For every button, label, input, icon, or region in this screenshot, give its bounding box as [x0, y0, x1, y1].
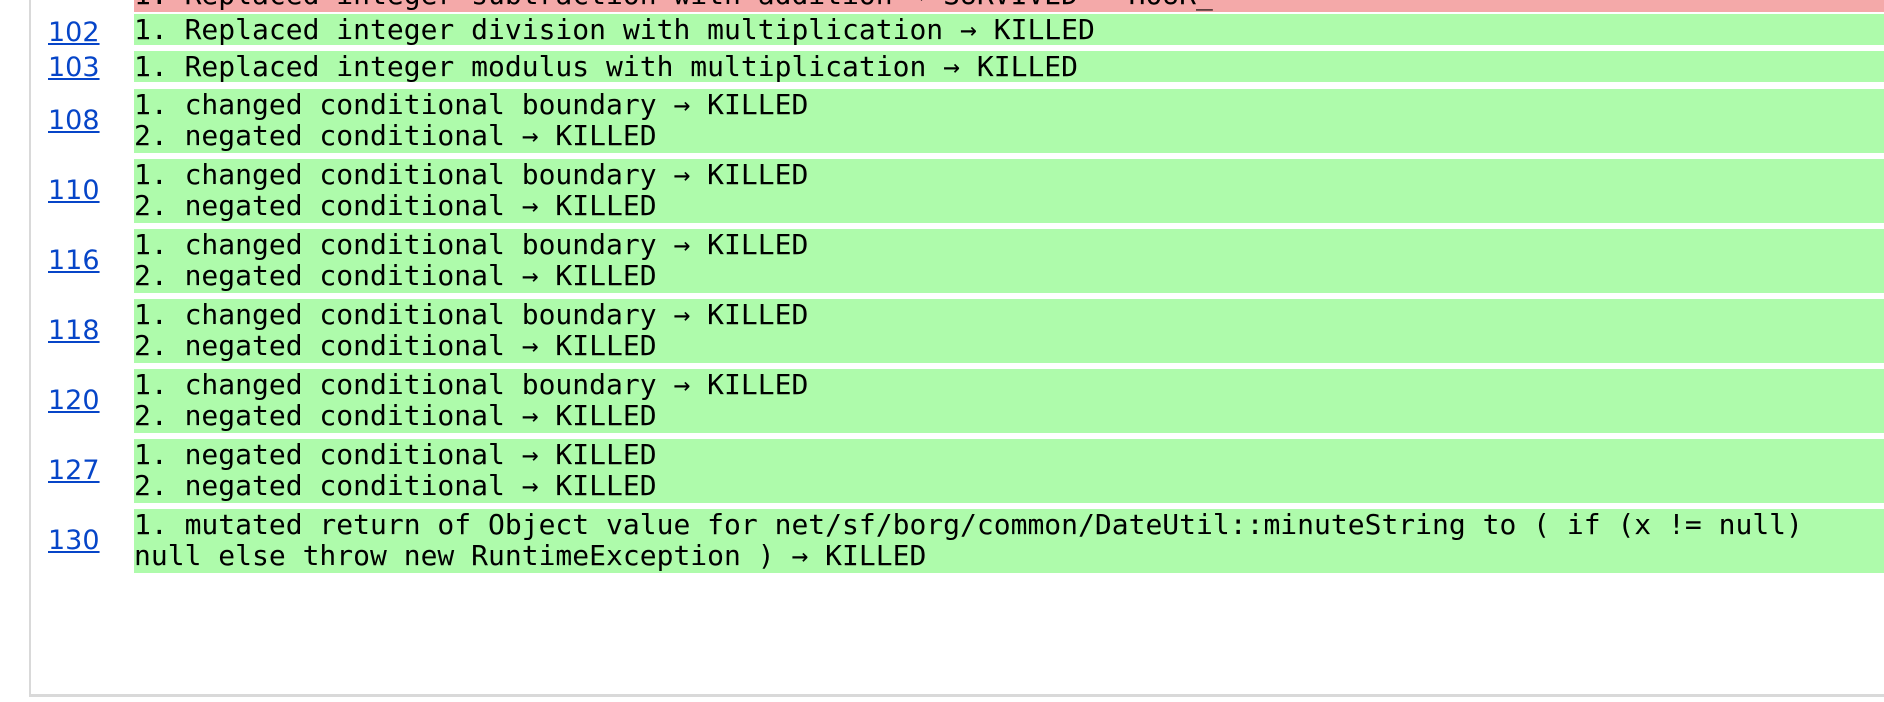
mutation-item: 1. changed conditional boundary → KILLED [134, 298, 809, 331]
mutation-item: 2. negated conditional → KILLED [134, 259, 657, 292]
mutation-item: null else throw new RuntimeException ) →… [134, 539, 927, 572]
mutation-item: 1. negated conditional → KILLED [134, 438, 657, 471]
mutation-list: 1. changed conditional boundary → KILLED… [134, 368, 1884, 433]
mutation-item: 2. negated conditional → KILLED [134, 189, 657, 222]
mutation-list: 1. changed conditional boundary → KILLED… [134, 228, 1884, 293]
line-link-120[interactable]: 120 [48, 386, 108, 416]
line-link-130[interactable]: 130 [48, 526, 108, 556]
line-link-102[interactable]: 102 [48, 18, 108, 48]
line-link-118[interactable]: 118 [48, 316, 108, 346]
mutation-list: 1. mutated return of Object value for ne… [134, 508, 1884, 573]
line-link-108[interactable]: 108 [48, 106, 108, 136]
mutation-list: 1. Replaced integer modulus with multipl… [134, 50, 1884, 83]
mutation-item: 1. changed conditional boundary → KILLED [134, 88, 809, 121]
mutation-item: 2. negated conditional → KILLED [134, 329, 657, 362]
mutation-item: 2. negated conditional → KILLED [134, 399, 657, 432]
mutation-item: 2. negated conditional → KILLED [134, 119, 657, 152]
mutation-item: 1. changed conditional boundary → KILLED [134, 368, 809, 401]
mutation-item: 1. Replaced integer modulus with multipl… [134, 50, 1079, 83]
mutation-item: 2. negated conditional → KILLED [134, 469, 657, 502]
mutation-list: 1. changed conditional boundary → KILLED… [134, 298, 1884, 363]
mutation-item: 1. Replaced integer division with multip… [134, 13, 1095, 46]
mutation-list: 1. Replaced integer division with multip… [134, 13, 1884, 46]
mutation-item: 1. changed conditional boundary → KILLED [134, 158, 809, 191]
mutation-list: 1. changed conditional boundary → KILLED… [134, 88, 1884, 153]
mutation-item: 1. mutated return of Object value for ne… [134, 508, 1803, 541]
line-link-110[interactable]: 110 [48, 176, 108, 206]
mutation-list: 1. changed conditional boundary → KILLED… [134, 158, 1884, 223]
line-link-103[interactable]: 103 [48, 53, 108, 83]
line-link-116[interactable]: 116 [48, 246, 108, 276]
mutation-item: 1. changed conditional boundary → KILLED [134, 228, 809, 261]
line-link-127[interactable]: 127 [48, 456, 108, 486]
mutation-list: 1. negated conditional → KILLED 2. negat… [134, 438, 1884, 503]
